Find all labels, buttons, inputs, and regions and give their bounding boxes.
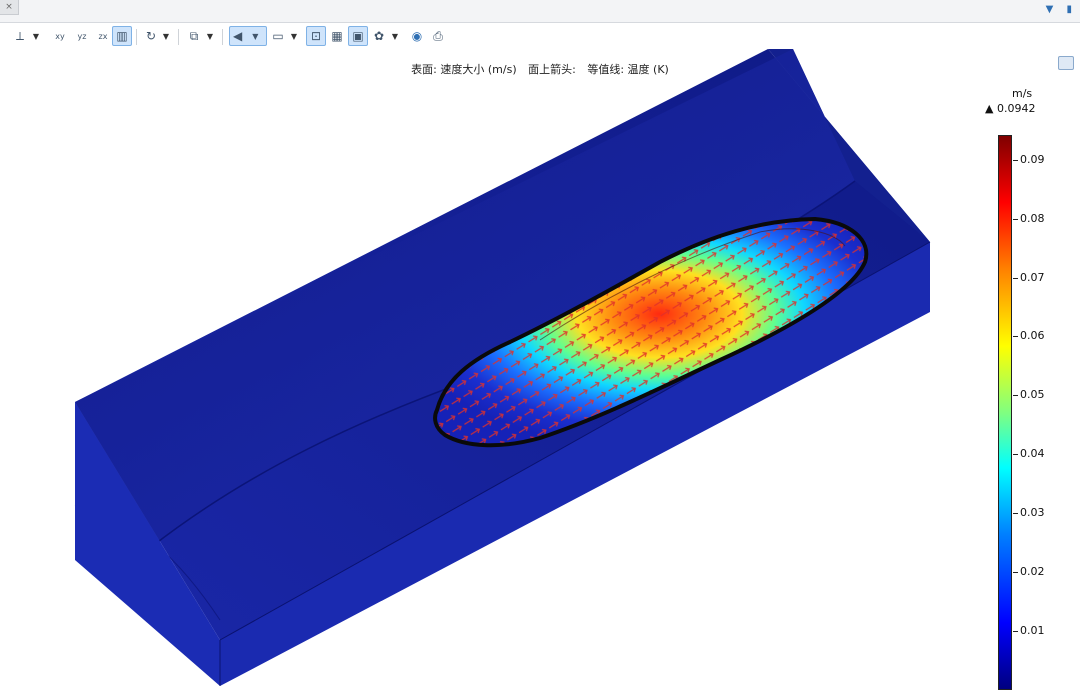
yz-view-button[interactable]: yz bbox=[72, 26, 92, 46]
colorbar-tick-label: 0.07 bbox=[1020, 271, 1045, 284]
layers-icon: ▭ bbox=[272, 29, 284, 43]
pin-icon[interactable]: ▮ bbox=[1066, 4, 1072, 15]
settings-wheel-icon: ✿ bbox=[373, 29, 385, 43]
colorbar-tick-label: 0.04 bbox=[1020, 447, 1045, 460]
colorbar-tick bbox=[1013, 513, 1018, 514]
print-button[interactable]: ⎙ bbox=[428, 26, 448, 46]
colorbar-max-label: ▲ 0.0942 bbox=[985, 102, 1036, 115]
rotate-icon: ↻ bbox=[145, 29, 157, 43]
toolbar-divider bbox=[222, 29, 223, 45]
scene-light-button[interactable]: ▥ bbox=[112, 26, 132, 46]
copy-icon: ⧉ bbox=[189, 28, 199, 43]
colorbar-tick bbox=[1013, 395, 1018, 396]
chevron-down-icon[interactable]: ▼ bbox=[161, 26, 171, 46]
window-top-bar: × ▼ ▮ bbox=[0, 0, 1080, 23]
copy-button[interactable]: ⧉ bbox=[184, 26, 204, 46]
zx-view-button[interactable]: zx bbox=[93, 26, 113, 46]
camera-button[interactable]: ◉ bbox=[407, 26, 427, 46]
print-icon: ⎙ bbox=[433, 28, 443, 43]
colorbar-tick-label: 0.02 bbox=[1020, 565, 1045, 578]
chevron-down-icon: ▼ bbox=[252, 31, 259, 41]
chevron-down-icon[interactable]: ▼ bbox=[205, 26, 215, 46]
graphics-toolbar: ⟂ ▼ xy yz zx ▥ ↻ ▼ ⧉ ▼ ◀ ▼ ▭ ▼ ⊡ ▦ ▣ ✿ ▼ … bbox=[0, 23, 1080, 51]
colorbar-tick-label: 0.01 bbox=[1020, 624, 1045, 637]
xy-view-icon: xy bbox=[55, 31, 65, 41]
3d-graphics-view[interactable] bbox=[0, 48, 980, 694]
toolbar-divider bbox=[178, 29, 179, 45]
axis-orientation-button[interactable]: ⟂ bbox=[10, 26, 30, 46]
close-tab-icon[interactable]: × bbox=[0, 0, 19, 15]
colorbar-tick bbox=[1013, 160, 1018, 161]
zx-view-icon: zx bbox=[98, 31, 108, 41]
colorbar-legend bbox=[998, 135, 1012, 690]
colorbar-tick-label: 0.06 bbox=[1020, 329, 1045, 342]
scene-light-icon: ▥ bbox=[116, 29, 128, 43]
colorbar-tick-label: 0.05 bbox=[1020, 388, 1045, 401]
colorbar-tick bbox=[1013, 631, 1018, 632]
colorbar-tick-label: 0.09 bbox=[1020, 153, 1045, 166]
axis-orientation-icon: ⟂ bbox=[15, 28, 24, 43]
chevron-down-icon[interactable]: ▼ bbox=[31, 26, 41, 46]
zoom-extents-button[interactable]: ▣ bbox=[348, 26, 368, 46]
go-back-button[interactable]: ◀ ▼ bbox=[229, 26, 267, 46]
chevron-down-icon[interactable]: ▼ bbox=[390, 26, 400, 46]
colorbar-tick bbox=[1013, 572, 1018, 573]
colorbar-unit: m/s bbox=[1012, 87, 1033, 100]
colorbar-tick-label: 0.08 bbox=[1020, 212, 1045, 225]
colorbar-tick-label: 0.03 bbox=[1020, 506, 1045, 519]
camera-icon: ◉ bbox=[411, 29, 423, 43]
settings-wheel-button[interactable]: ✿ bbox=[369, 26, 389, 46]
colorbar-tick bbox=[1013, 278, 1018, 279]
yz-view-icon: yz bbox=[77, 31, 87, 41]
go-back-icon: ◀ bbox=[233, 29, 243, 43]
colorbar-tick bbox=[1013, 219, 1018, 220]
rotate-button[interactable]: ↻ bbox=[141, 26, 161, 46]
zoom-extents-icon: ▣ bbox=[352, 29, 364, 43]
toolbar-divider bbox=[136, 29, 137, 45]
grid-button[interactable]: ▦ bbox=[327, 26, 347, 46]
colorbar-tick bbox=[1013, 454, 1018, 455]
dropdown-arrow-icon[interactable]: ▼ bbox=[1046, 4, 1054, 15]
zoom-box-icon: ⊡ bbox=[310, 29, 322, 43]
window-controls: ▼ ▮ bbox=[1036, 4, 1072, 15]
colorbar-tick bbox=[1013, 336, 1018, 337]
xy-view-button[interactable]: xy bbox=[50, 26, 70, 46]
chevron-down-icon[interactable]: ▼ bbox=[289, 26, 299, 46]
zoom-box-button[interactable]: ⊡ bbox=[306, 26, 326, 46]
layers-button[interactable]: ▭ bbox=[268, 26, 288, 46]
grid-icon: ▦ bbox=[331, 29, 343, 43]
